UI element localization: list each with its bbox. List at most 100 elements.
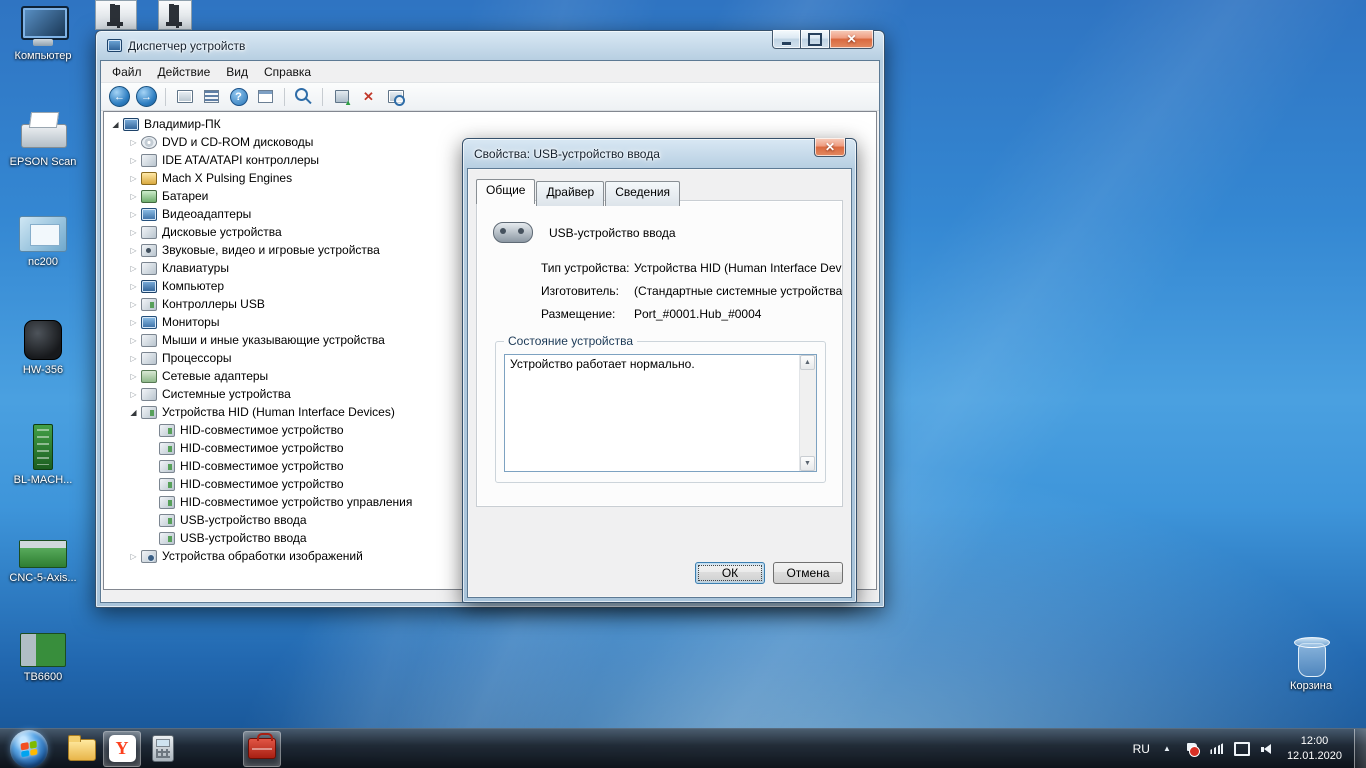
hid-icon [159, 495, 175, 509]
maximize-button[interactable] [801, 30, 829, 49]
scroll-up-button[interactable] [800, 355, 815, 370]
desktop-icon-hw-356[interactable]: HW-356 [0, 320, 86, 377]
scroll-down-button[interactable] [800, 456, 815, 471]
menu-help[interactable]: Справка [256, 62, 319, 82]
dialog-close-button[interactable] [814, 138, 846, 157]
system-icon [141, 387, 157, 401]
tree-expander-collapsed[interactable] [126, 390, 141, 399]
taskbar-app-mach3-loader[interactable] [243, 730, 281, 767]
menu-view[interactable]: Вид [218, 62, 256, 82]
tree-item-label: HID-совместимое устройство управления [180, 495, 413, 509]
tree-item-label: Мониторы [162, 315, 220, 329]
tree-expander-collapsed[interactable] [126, 282, 141, 291]
tree-expander-collapsed[interactable] [126, 156, 141, 165]
tree-item-label: Контроллеры USB [162, 297, 265, 311]
taskbar-apps: Y [62, 729, 281, 768]
desktop-icon-label: HW-356 [22, 364, 64, 376]
desktop-icon-recycle-bin[interactable]: Корзина [1268, 636, 1354, 693]
back-button[interactable] [107, 86, 132, 108]
tab-general[interactable]: Общие [476, 179, 536, 204]
minimize-button[interactable] [772, 30, 801, 49]
desktop-icon-computer[interactable]: Компьютер [0, 6, 86, 63]
desktop-icon-cnc-5-axis[interactable]: CNC-5-Axis... [0, 540, 86, 585]
help-button[interactable] [226, 86, 251, 108]
ok-button[interactable]: ОК [695, 562, 765, 584]
status-scrollbar[interactable] [799, 355, 816, 471]
export-button[interactable] [253, 86, 278, 108]
tab-details[interactable]: Сведения [605, 181, 681, 206]
tree-expander-collapsed[interactable] [126, 174, 141, 183]
tree-expander-collapsed[interactable] [126, 552, 141, 561]
scan-changes-button[interactable] [291, 86, 316, 108]
action-center-flag-icon[interactable] [1184, 741, 1200, 757]
clock[interactable]: 12:00 12.01.2020 [1283, 734, 1354, 764]
list-view-button[interactable] [199, 86, 224, 108]
menu-action[interactable]: Действие [150, 62, 219, 82]
tree-expander-collapsed[interactable] [126, 210, 141, 219]
mach3-app-1[interactable] [95, 0, 137, 30]
volume-icon[interactable] [1259, 741, 1275, 757]
tree-item-label: Компьютер [162, 279, 225, 293]
network-status-icon[interactable] [1234, 741, 1250, 757]
milling-machine-icon [166, 4, 184, 26]
mach3-app-2[interactable] [158, 0, 192, 30]
scan-hardware-button[interactable] [383, 86, 408, 108]
device-status-group-label: Состояние устройства [504, 334, 638, 348]
tree-item-label: USB-устройство ввода [180, 513, 307, 527]
show-desktop-button[interactable] [1354, 729, 1366, 768]
tree-expander-collapsed[interactable] [126, 372, 141, 381]
tree-expander-expanded[interactable] [126, 408, 141, 417]
recycle-bin-icon [1294, 636, 1330, 677]
desktop-icon-label: Компьютер [14, 50, 72, 62]
dvd-icon [141, 135, 157, 149]
tree-expander-collapsed[interactable] [126, 318, 141, 327]
tree-item[interactable]: Владимир-ПК [104, 115, 876, 133]
language-indicator[interactable]: RU [1124, 742, 1159, 756]
tree-item-label: HID-совместимое устройство [180, 477, 344, 491]
hw-356-icon [24, 320, 62, 360]
tree-item-label: Устройства HID (Human Interface Devices) [162, 405, 395, 419]
sound-icon [141, 243, 157, 257]
hidden-icons-arrow-icon[interactable] [1159, 741, 1175, 757]
tree-expander-collapsed[interactable] [126, 246, 141, 255]
hid-icon [159, 477, 175, 491]
desktop-icon-tb6600[interactable]: TB6600 [0, 633, 86, 684]
show-computer-button[interactable] [172, 86, 197, 108]
close-button[interactable] [829, 30, 874, 49]
tree-item-label: Мыши и иные указывающие устройства [162, 333, 385, 347]
dialog-titlebar[interactable]: Свойства: USB-устройство ввода [467, 138, 852, 168]
uninstall-button[interactable] [356, 86, 381, 108]
general-tab-page: USB-устройство ввода Тип устройства: Устр… [476, 200, 843, 507]
desktop-icon-bl-mach[interactable]: BL-MACH... [0, 424, 86, 487]
field-label: Изготовитель: [541, 284, 619, 298]
desktop-icon-nc200[interactable]: nc200 [0, 216, 86, 269]
menu-bar: Файл Действие Вид Справка [101, 61, 879, 83]
tree-item-label: USB-устройство ввода [180, 531, 307, 545]
tree-expander-collapsed[interactable] [126, 228, 141, 237]
battery-icon [141, 189, 157, 203]
update-driver-button[interactable] [329, 86, 354, 108]
tree-expander-collapsed[interactable] [126, 264, 141, 273]
tree-expander-expanded[interactable] [108, 120, 123, 129]
desktop-icon-epson-scan[interactable]: EPSON Scan [0, 112, 86, 169]
tree-expander-collapsed[interactable] [126, 354, 141, 363]
cancel-button[interactable]: Отмена [773, 562, 843, 584]
start-button[interactable] [10, 729, 48, 768]
windows-flag-icon [20, 740, 38, 757]
network-signal-icon[interactable] [1209, 741, 1225, 757]
tree-expander-collapsed[interactable] [126, 192, 141, 201]
forward-button[interactable] [134, 86, 159, 108]
taskbar-app-calculator[interactable] [144, 731, 182, 767]
tree-expander-collapsed[interactable] [126, 336, 141, 345]
device-status-box[interactable]: Устройство работает нормально. [504, 354, 817, 472]
toolbar-separator [165, 87, 166, 106]
taskbar-app-explorer[interactable] [62, 731, 100, 767]
tree-expander-collapsed[interactable] [126, 138, 141, 147]
tree-item-label: IDE ATA/ATAPI контроллеры [162, 153, 320, 167]
taskbar-app-yandex-browser[interactable]: Y [103, 730, 141, 767]
computer-icon [123, 117, 139, 131]
tree-expander-collapsed[interactable] [126, 300, 141, 309]
device-manager-titlebar[interactable]: Диспетчер устройств [100, 30, 880, 60]
menu-file[interactable]: Файл [104, 62, 150, 82]
tab-driver[interactable]: Драйвер [536, 181, 605, 206]
